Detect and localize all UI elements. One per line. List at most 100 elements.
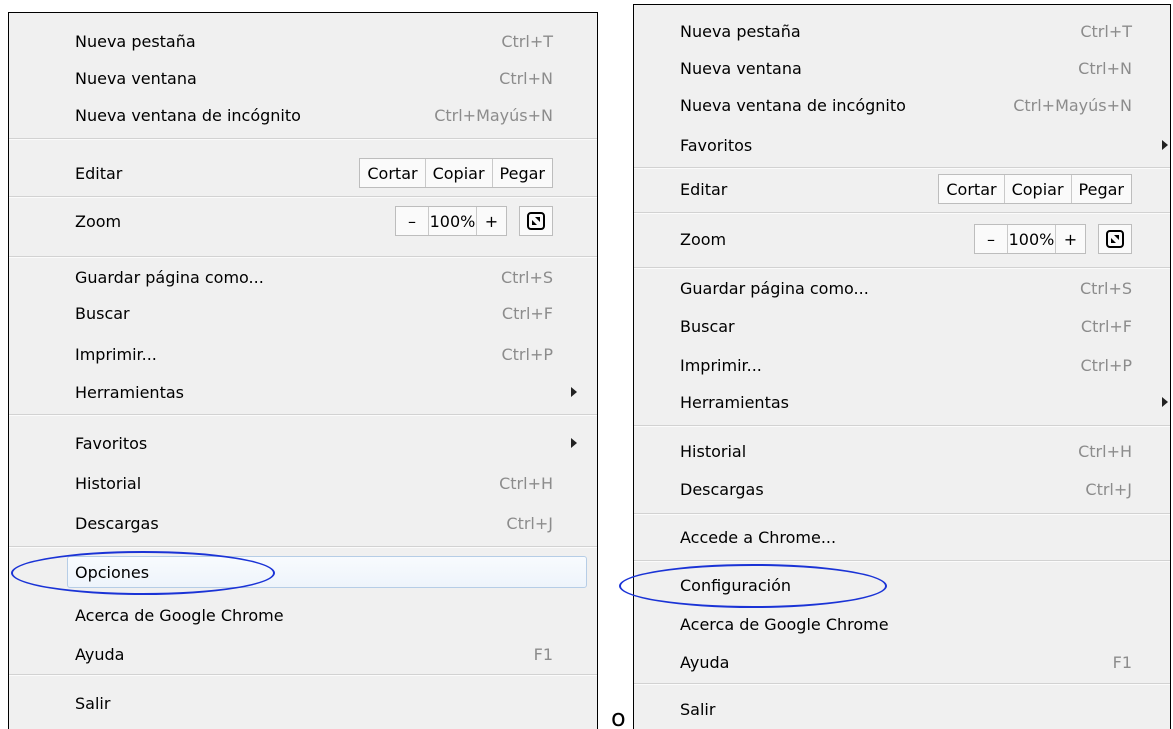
annotation-ellipse-options bbox=[11, 551, 275, 595]
menu-item-label: Imprimir... bbox=[680, 355, 762, 375]
cut-button[interactable]: Cortar bbox=[360, 159, 424, 187]
menu-item-label: Ayuda bbox=[75, 644, 125, 664]
menu-item-shortcut: Ctrl+T bbox=[501, 31, 553, 51]
menu-item-shortcut: Ctrl+N bbox=[1078, 58, 1132, 78]
paste-button[interactable]: Pegar bbox=[491, 159, 552, 187]
menu-item-about-chrome[interactable]: Acerca de Google Chrome bbox=[9, 597, 597, 633]
menu-item-downloads[interactable]: Descargas Ctrl+J bbox=[634, 471, 1170, 507]
copy-button[interactable]: Copiar bbox=[1003, 175, 1071, 203]
zoom-out-button[interactable]: – bbox=[396, 207, 428, 235]
menu-item-find[interactable]: Buscar Ctrl+F bbox=[9, 295, 597, 331]
menu-item-shortcut: Ctrl+J bbox=[1085, 479, 1132, 499]
menu-item-help[interactable]: Ayuda F1 bbox=[9, 636, 597, 672]
menu-item-label: Nueva ventana de incógnito bbox=[680, 95, 906, 115]
menu-item-bookmarks[interactable]: Favoritos bbox=[634, 127, 1170, 163]
chrome-menu-old: Nueva pestaña Ctrl+T Nueva ventana Ctrl+… bbox=[8, 12, 598, 729]
menu-item-sign-in[interactable]: Accede a Chrome... bbox=[634, 519, 1170, 555]
menu-item-label: Guardar página como... bbox=[75, 267, 264, 287]
paste-button[interactable]: Pegar bbox=[1070, 175, 1131, 203]
menu-item-label: Buscar bbox=[75, 303, 130, 323]
menu-item-exit[interactable]: Salir bbox=[634, 691, 1170, 727]
menu-item-shortcut: Ctrl+Mayús+N bbox=[434, 105, 553, 125]
menu-item-label: Nueva ventana de incógnito bbox=[75, 105, 301, 125]
menu-item-label: Descargas bbox=[680, 479, 764, 499]
menu-item-shortcut: Ctrl+T bbox=[1080, 21, 1132, 41]
submenu-arrow-icon bbox=[1162, 397, 1168, 407]
menu-item-label: Acerca de Google Chrome bbox=[75, 605, 284, 625]
menu-item-shortcut: F1 bbox=[1112, 652, 1132, 672]
menu-item-bookmarks[interactable]: Favoritos bbox=[9, 425, 597, 461]
menu-item-shortcut: Ctrl+P bbox=[1080, 355, 1132, 375]
menu-item-label: Favoritos bbox=[680, 135, 753, 155]
menu-item-tools[interactable]: Herramientas bbox=[634, 384, 1170, 420]
submenu-arrow-icon bbox=[571, 438, 577, 448]
menu-item-downloads[interactable]: Descargas Ctrl+J bbox=[9, 505, 597, 541]
fullscreen-button[interactable] bbox=[1098, 224, 1132, 254]
menu-separator bbox=[634, 560, 1170, 562]
menu-item-label: Nueva pestaña bbox=[680, 21, 801, 41]
menu-item-new-incognito-window[interactable]: Nueva ventana de incógnito Ctrl+Mayús+N bbox=[9, 97, 597, 133]
menu-item-save-page-as[interactable]: Guardar página como... Ctrl+S bbox=[634, 270, 1170, 306]
zoom-in-button[interactable]: + bbox=[476, 207, 506, 235]
menu-item-about-chrome[interactable]: Acerca de Google Chrome bbox=[634, 606, 1170, 642]
menu-item-tools[interactable]: Herramientas bbox=[9, 374, 597, 410]
menu-item-new-incognito-window[interactable]: Nueva ventana de incógnito Ctrl+Mayús+N bbox=[634, 87, 1170, 123]
menu-item-label: Descargas bbox=[75, 513, 159, 533]
menu-item-save-page-as[interactable]: Guardar página como... Ctrl+S bbox=[9, 259, 597, 295]
menu-item-shortcut: Ctrl+Mayús+N bbox=[1013, 95, 1132, 115]
menu-item-history[interactable]: Historial Ctrl+H bbox=[9, 465, 597, 501]
zoom-label: Zoom bbox=[75, 211, 122, 231]
menu-row-zoom: Zoom – 100% + bbox=[634, 221, 1170, 257]
menu-item-help[interactable]: Ayuda F1 bbox=[634, 644, 1170, 680]
menu-separator bbox=[634, 267, 1170, 269]
menu-item-print[interactable]: Imprimir... Ctrl+P bbox=[9, 336, 597, 372]
menu-separator bbox=[634, 683, 1170, 685]
menu-item-label: Historial bbox=[680, 441, 747, 461]
annotation-ellipse-settings bbox=[619, 564, 887, 608]
menu-item-label: Nueva pestaña bbox=[75, 31, 196, 51]
copy-button[interactable]: Copiar bbox=[424, 159, 492, 187]
cut-button[interactable]: Cortar bbox=[939, 175, 1003, 203]
menu-separator bbox=[9, 414, 597, 416]
menu-item-new-tab[interactable]: Nueva pestaña Ctrl+T bbox=[634, 13, 1170, 49]
menu-item-shortcut: Ctrl+S bbox=[500, 267, 553, 287]
menu-item-new-window[interactable]: Nueva ventana Ctrl+N bbox=[9, 60, 597, 96]
menu-item-new-tab[interactable]: Nueva pestaña Ctrl+T bbox=[9, 23, 597, 59]
menu-item-label: Nueva ventana bbox=[680, 58, 802, 78]
fullscreen-button[interactable] bbox=[519, 206, 553, 236]
chrome-menu-new: Nueva pestaña Ctrl+T Nueva ventana Ctrl+… bbox=[633, 4, 1171, 729]
menu-item-label: Salir bbox=[680, 699, 716, 719]
menu-item-shortcut: F1 bbox=[533, 644, 553, 664]
menu-item-label: Herramientas bbox=[75, 382, 184, 402]
menu-separator bbox=[9, 256, 597, 258]
zoom-level: 100% bbox=[428, 207, 476, 235]
menu-row-edit: Editar Cortar Copiar Pegar bbox=[9, 155, 597, 191]
menu-separator bbox=[634, 425, 1170, 427]
zoom-label: Zoom bbox=[680, 229, 727, 249]
menu-item-label: Herramientas bbox=[680, 392, 789, 412]
menu-item-print[interactable]: Imprimir... Ctrl+P bbox=[634, 347, 1170, 383]
menu-item-new-window[interactable]: Nueva ventana Ctrl+N bbox=[634, 50, 1170, 86]
menu-item-exit[interactable]: Salir bbox=[9, 685, 597, 721]
zoom-controls: – 100% + bbox=[395, 206, 553, 236]
menu-separator bbox=[9, 546, 597, 548]
menu-separator bbox=[634, 212, 1170, 214]
menu-separator bbox=[634, 513, 1170, 515]
menu-separator bbox=[634, 167, 1170, 169]
menu-item-shortcut: Ctrl+J bbox=[506, 513, 553, 533]
menu-item-label: Favoritos bbox=[75, 433, 148, 453]
menu-item-history[interactable]: Historial Ctrl+H bbox=[634, 433, 1170, 469]
edit-label: Editar bbox=[680, 179, 728, 199]
menu-item-label: Imprimir... bbox=[75, 344, 157, 364]
menu-item-label: Buscar bbox=[680, 316, 735, 336]
zoom-in-button[interactable]: + bbox=[1055, 225, 1085, 253]
menu-item-shortcut: Ctrl+F bbox=[1080, 316, 1132, 336]
menu-item-find[interactable]: Buscar Ctrl+F bbox=[634, 308, 1170, 344]
fullscreen-icon bbox=[1106, 230, 1124, 248]
submenu-arrow-icon bbox=[1162, 140, 1168, 150]
zoom-out-button[interactable]: – bbox=[975, 225, 1007, 253]
edit-button-group: Cortar Copiar Pegar bbox=[938, 174, 1132, 204]
menu-row-edit: Editar Cortar Copiar Pegar bbox=[634, 171, 1170, 207]
menu-item-shortcut: Ctrl+F bbox=[501, 303, 553, 323]
menu-item-shortcut: Ctrl+H bbox=[499, 473, 553, 493]
